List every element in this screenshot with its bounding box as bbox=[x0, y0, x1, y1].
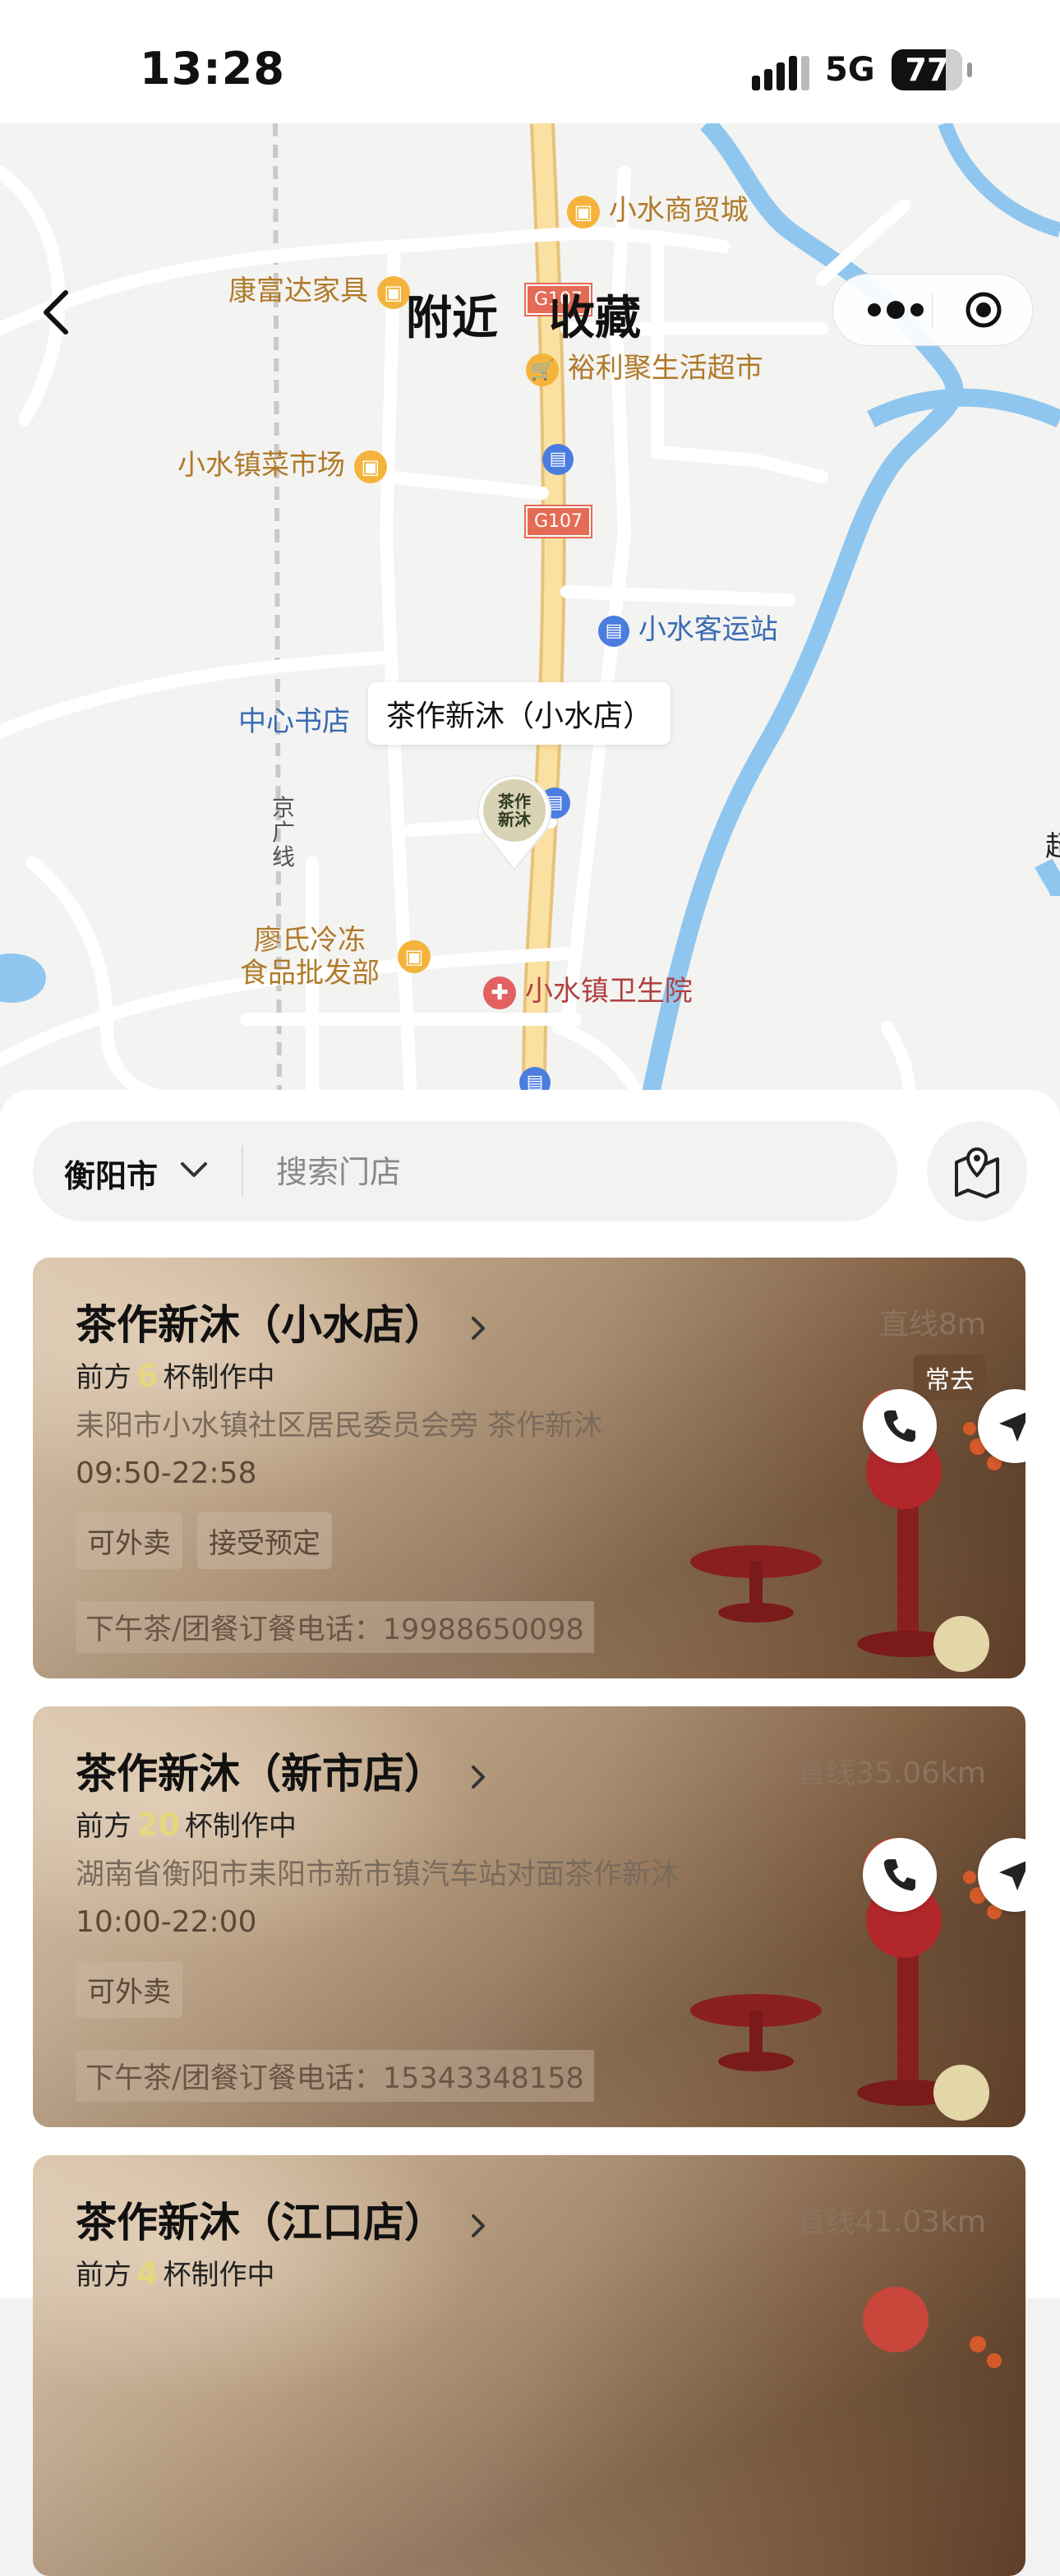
shop-pin-icon: ▣ bbox=[376, 275, 410, 309]
decor-image bbox=[690, 1838, 1002, 2121]
queue-status: 前方 6 杯制作中 bbox=[76, 1358, 275, 1394]
search-input[interactable] bbox=[274, 1144, 853, 1200]
poi-label[interactable]: 小水镇菜市场 ▣ bbox=[177, 442, 387, 483]
store-callout[interactable]: 茶作新沐（小水店） bbox=[368, 682, 671, 745]
poi-label[interactable]: 中心书店 bbox=[238, 699, 350, 739]
chevron-right-icon bbox=[472, 2214, 485, 2237]
map-roads bbox=[0, 123, 1060, 1101]
queue-status: 前方 20 杯制作中 bbox=[76, 1807, 297, 1843]
map-pin-icon bbox=[955, 1147, 999, 1198]
store-card[interactable]: 茶作新沐（小水店） 直线8m 前方 6 杯制作中 耒阳市小水镇社区居民委员会旁 茶作… bbox=[33, 1258, 1025, 1678]
hospital-icon: ✚ bbox=[483, 976, 516, 1009]
poi-label: 超 bbox=[1045, 830, 1060, 863]
phone-icon bbox=[883, 1859, 915, 1891]
status-time: 13:28 bbox=[140, 43, 285, 95]
decor-image bbox=[690, 1389, 1002, 1672]
call-button[interactable] bbox=[863, 1838, 937, 1912]
queue-status: 前方 4 杯制作中 bbox=[76, 2255, 275, 2292]
store-location-marker[interactable]: 茶作 新沐 bbox=[473, 773, 555, 871]
store-distance: 直线35.06km bbox=[796, 1757, 986, 1790]
shop-pin-icon: ▣ bbox=[567, 195, 600, 229]
store-card[interactable]: 茶作新沐（江口店） 直线41.03km 前方 4 杯制作中 bbox=[33, 2155, 1025, 2576]
store-list-sheet: 衡阳市 茶作新沐（小水店） 直线8m 前方6杯制作中 耒阳市小水镇社区居民委员会… bbox=[0, 1090, 1060, 2576]
store-address: 耒阳市小水镇社区居民委员会旁 茶作新沐 bbox=[76, 1410, 603, 1443]
store-distance: 直线41.03km bbox=[796, 2205, 986, 2239]
svg-text:新沐: 新沐 bbox=[498, 810, 532, 829]
map-view[interactable]: ▣ 小水商贸城 康富达家具 ▣ G107 🛒 裕利聚生活超市 小水镇菜市场 ▣ … bbox=[0, 123, 1060, 1101]
poi-label[interactable]: ▤ 小水客运站 bbox=[598, 607, 778, 647]
decor-image bbox=[863, 2287, 1002, 2368]
cart-pin-icon: 🛒 bbox=[526, 353, 559, 386]
svg-text:茶作: 茶作 bbox=[498, 792, 531, 811]
poi-label[interactable]: 廖氏冷冻 食品批发部 bbox=[240, 924, 380, 990]
chevron-right-icon bbox=[472, 1765, 485, 1789]
store-hours: 10:00-22:00 bbox=[76, 1905, 257, 1939]
tab-nearby[interactable]: 附近 bbox=[406, 281, 498, 348]
store-card[interactable]: 茶作新沐（新市店） 直线35.06km 前方 20 杯制作中 湖南省衡阳市耒阳市新市… bbox=[33, 1706, 1025, 2127]
store-tags: 可外卖 接受预定 bbox=[76, 1512, 347, 1569]
search-bar: 衡阳市 bbox=[33, 1121, 897, 1221]
store-name[interactable]: 茶作新沐（小水店） bbox=[76, 1292, 488, 1351]
shop-pin-icon: ▣ bbox=[398, 940, 431, 973]
store-tags: 可外卖 bbox=[76, 1961, 197, 2018]
order-phone: 下午茶/团餐订餐电话：19988650098 bbox=[76, 1601, 594, 1653]
tag-delivery: 可外卖 bbox=[76, 1961, 182, 2018]
poi-label[interactable]: 🛒 裕利聚生活超市 bbox=[526, 345, 763, 386]
city-selector[interactable]: 衡阳市 bbox=[64, 1151, 158, 1196]
poi-label[interactable]: ✚ 小水镇卫生院 bbox=[483, 968, 693, 1009]
target-icon[interactable] bbox=[965, 291, 1002, 329]
order-phone: 下午茶/团餐订餐电话：15343348158 bbox=[76, 2050, 594, 2102]
store-name[interactable]: 茶作新沐（新市店） bbox=[76, 1741, 488, 1800]
store-distance: 直线8m bbox=[879, 1308, 986, 1341]
poi-label[interactable]: 康富达家具 ▣ bbox=[228, 268, 410, 309]
navigate-icon bbox=[999, 1861, 1025, 1890]
network-label: 5G bbox=[825, 51, 875, 89]
poi-label: 京 广 线 bbox=[271, 794, 295, 870]
bus-stop-icon[interactable]: ▤ bbox=[542, 444, 574, 475]
chevron-right-icon bbox=[472, 1316, 485, 1340]
map-toggle-button[interactable] bbox=[927, 1121, 1027, 1221]
phone-icon bbox=[883, 1410, 915, 1443]
more-icon[interactable] bbox=[863, 296, 929, 324]
back-icon[interactable] bbox=[39, 288, 72, 337]
road-shield: G107 bbox=[523, 505, 593, 538]
chevron-down-icon[interactable] bbox=[179, 1157, 209, 1182]
mini-program-capsule bbox=[832, 274, 1033, 346]
battery-indicator: 77 bbox=[892, 49, 972, 90]
poi-label[interactable]: ▣ 小水商贸城 bbox=[567, 187, 749, 229]
store-hours: 09:50-22:58 bbox=[76, 1457, 257, 1490]
navigate-icon bbox=[999, 1412, 1025, 1442]
tab-favorites[interactable]: 收藏 bbox=[549, 281, 641, 348]
bus-stop-icon: ▤ bbox=[598, 615, 629, 647]
tag-delivery: 可外卖 bbox=[76, 1512, 182, 1569]
search-divider bbox=[242, 1146, 243, 1197]
call-button[interactable] bbox=[863, 1389, 937, 1463]
status-bar: 13:28 5G 77 bbox=[0, 0, 1060, 123]
nav-tabs: 附近 收藏 bbox=[406, 281, 692, 348]
battery-level: 77 bbox=[905, 52, 949, 88]
shop-pin-icon: ▣ bbox=[353, 450, 387, 483]
signal-icon bbox=[752, 56, 809, 90]
tag-reservation: 接受预定 bbox=[197, 1512, 332, 1569]
store-name[interactable]: 茶作新沐（江口店） bbox=[76, 2190, 488, 2249]
store-address: 湖南省衡阳市耒阳市新市镇汽车站对面茶作新沐 bbox=[76, 1858, 680, 1891]
capsule-divider bbox=[932, 293, 933, 327]
